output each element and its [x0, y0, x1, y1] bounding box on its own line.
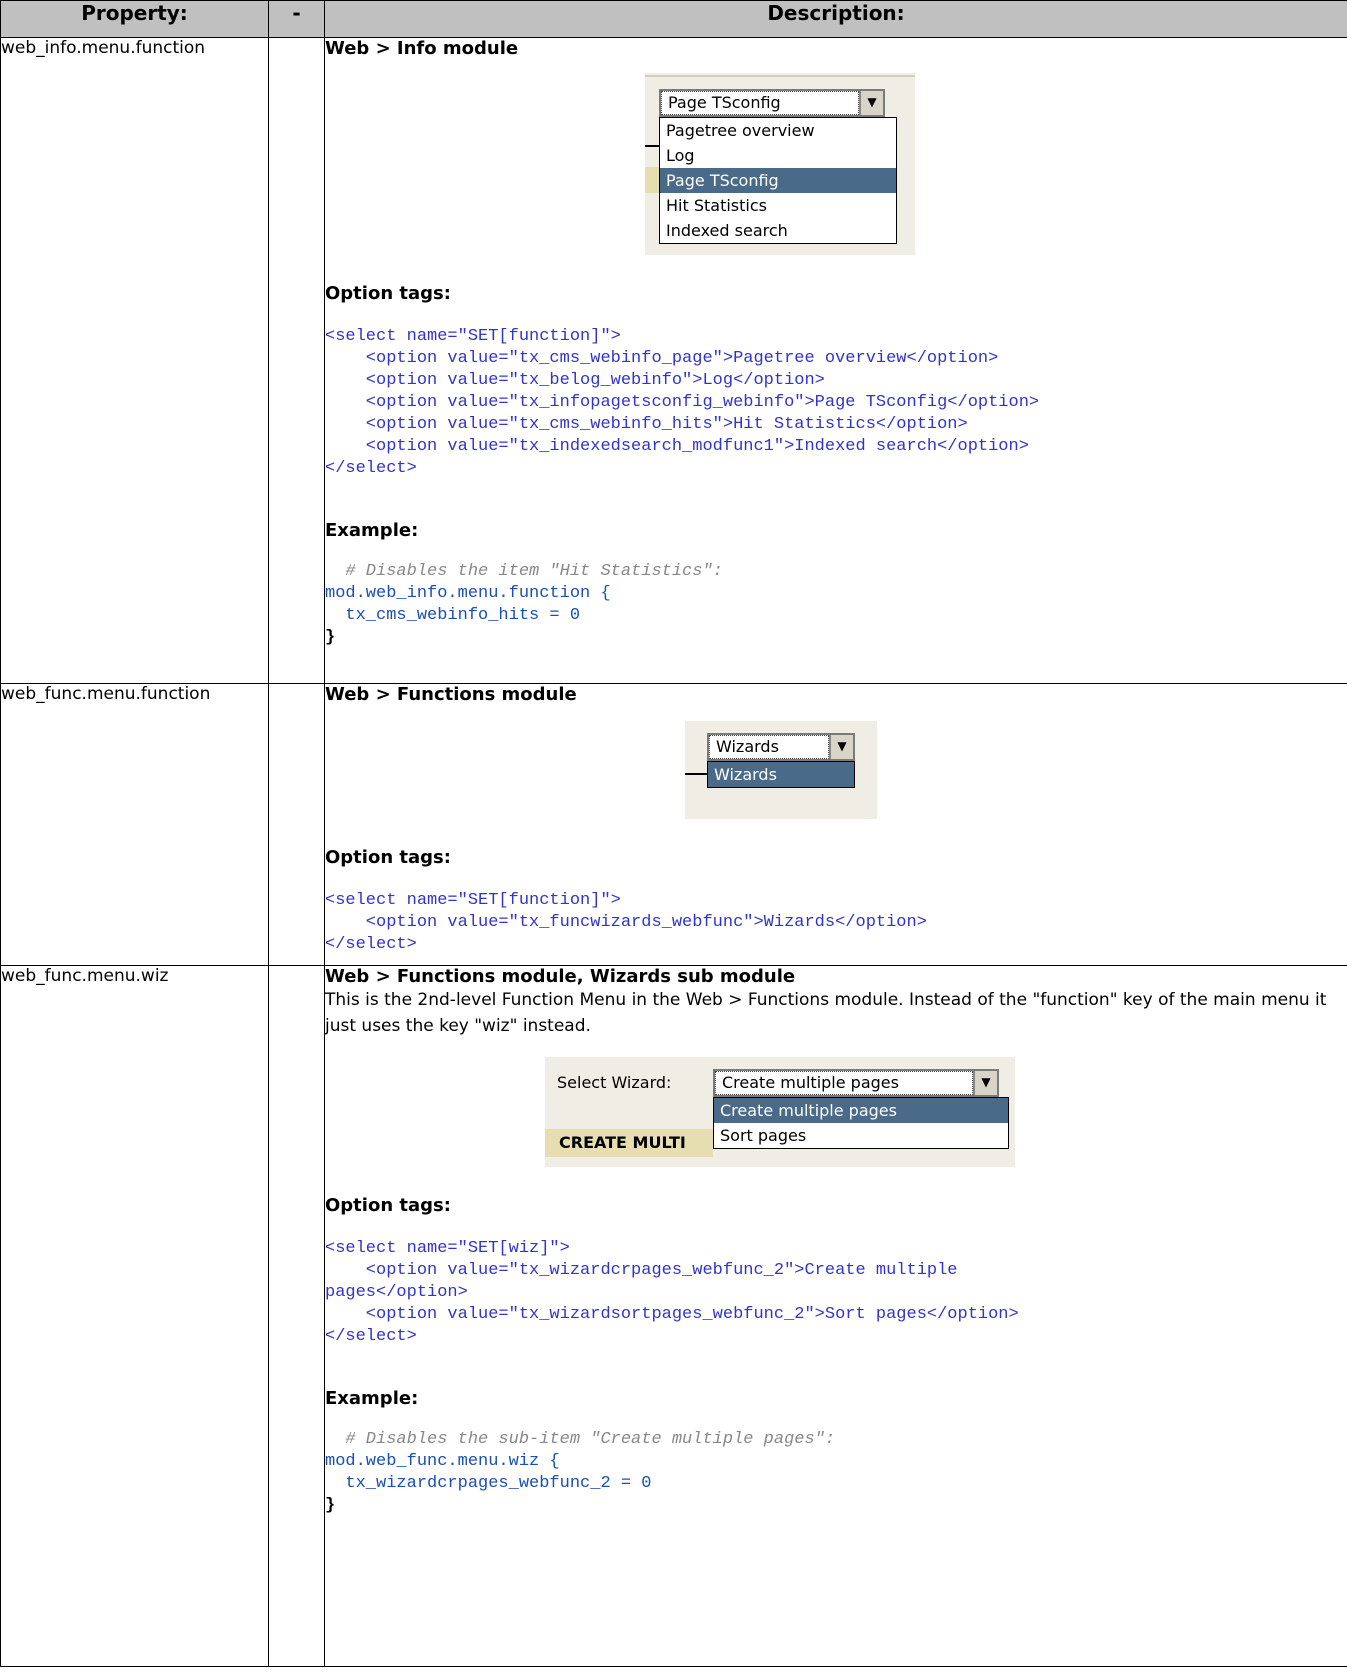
code-line: <option value="tx_cms_webinfo_page">Page…	[325, 349, 999, 368]
option-code: <select name="SET[function]"> <option va…	[325, 326, 1347, 480]
dropdown-option[interactable]: Indexed search	[660, 218, 896, 243]
dropdown-option[interactable]: Log	[660, 143, 896, 168]
select-wizard-label: Select Wizard:	[557, 1073, 672, 1092]
code-line: mod.web_func.menu.wiz {	[325, 1452, 560, 1471]
function-select[interactable]: Page TSconfig ▼	[659, 89, 885, 117]
code-line: </select>	[325, 459, 417, 478]
property-name: web_func.menu.function	[0, 683, 269, 966]
code-line: </select>	[325, 935, 417, 954]
table-row: web_func.menu.function Web > Functions m…	[0, 683, 1347, 966]
dropdown-option[interactable]: Sort pages	[714, 1123, 1008, 1148]
code-line: <option value="tx_indexedsearch_modfunc1…	[325, 437, 1029, 456]
section-title: Web > Functions module, Wizards sub modu…	[325, 966, 796, 987]
dropdown-option-highlighted[interactable]: Wizards	[708, 762, 854, 787]
code-line: pages</option>	[325, 1283, 468, 1302]
option-tags-label: Option tags:	[325, 847, 451, 868]
chevron-down-icon[interactable]: ▼	[859, 91, 883, 115]
code-line: <option value="tx_cms_webinfo_hits">Hit …	[325, 415, 968, 434]
code-comment: # Disables the sub-item "Create multiple…	[325, 1430, 836, 1449]
code-line: </select>	[325, 1327, 417, 1346]
code-line: <select name="SET[function]">	[325, 327, 621, 346]
header-row: Property: - Description:	[0, 0, 1347, 38]
example-code: # Disables the item "Hit Statistics": mo…	[325, 561, 1347, 649]
example-code: # Disables the sub-item "Create multiple…	[325, 1429, 1347, 1517]
code-line: <option value="tx_funcwizards_webfunc">W…	[325, 913, 927, 932]
description-cell: Web > Functions module Wizards ▼ Wizards…	[324, 683, 1347, 966]
example-label: Example:	[325, 1388, 419, 1409]
select-value: Create multiple pages	[715, 1071, 973, 1095]
dropdown-option-highlighted[interactable]: Create multiple pages	[714, 1098, 1008, 1123]
description-cell: Web > Info module Page TSconfig ▼ Pagetr…	[324, 37, 1347, 684]
header-description: Description:	[324, 0, 1347, 38]
description-cell: Web > Functions module, Wizards sub modu…	[324, 965, 1347, 1667]
code-line: <select name="SET[wiz]">	[325, 1239, 570, 1258]
option-tags-label: Option tags:	[325, 283, 451, 304]
section-title: Web > Info module	[325, 38, 519, 59]
function-dropdown: Pagetree overview Log Page TSconfig Hit …	[659, 117, 897, 244]
description-paragraph: This is the 2nd-level Function Menu in t…	[325, 990, 1327, 1036]
code-comment: # Disables the item "Hit Statistics":	[325, 562, 723, 581]
code-line: <option value="tx_wizardcrpages_webfunc_…	[325, 1261, 958, 1280]
header-dash: -	[268, 0, 325, 38]
code-line: }	[325, 1496, 336, 1515]
property-name: web_func.menu.wiz	[0, 965, 269, 1667]
code-line: mod.web_info.menu.function {	[325, 584, 611, 603]
header-property: Property:	[0, 0, 269, 38]
code-line: tx_cms_webinfo_hits = 0	[325, 606, 581, 625]
code-line: }	[325, 628, 336, 647]
table-row: web_info.menu.function Web > Info module…	[0, 37, 1347, 684]
documentation-table: Property: - Description: web_info.menu.f…	[0, 0, 1347, 1667]
dropdown-option[interactable]: Hit Statistics	[660, 193, 896, 218]
example-label: Example:	[325, 520, 419, 541]
info-menu-screenshot: Page TSconfig ▼ Pagetree overview Log Pa…	[645, 73, 915, 255]
dash-cell	[268, 683, 325, 966]
code-line: <select name="SET[function]">	[325, 891, 621, 910]
chevron-down-icon[interactable]: ▼	[829, 735, 853, 759]
code-line: tx_wizardcrpages_webfunc_2 = 0	[325, 1474, 652, 1493]
select-value: Wizards	[709, 735, 829, 759]
property-name: web_info.menu.function	[0, 37, 269, 684]
table-row: web_func.menu.wiz Web > Functions module…	[0, 965, 1347, 1667]
code-line: <option value="tx_infopagetsconfig_webin…	[325, 393, 1040, 412]
option-code: <select name="SET[function]"> <option va…	[325, 890, 1347, 956]
functions-menu-screenshot: Wizards ▼ Wizards	[685, 721, 877, 819]
code-line: <option value="tx_belog_webinfo">Log</op…	[325, 371, 825, 390]
dash-cell	[268, 965, 325, 1667]
wizard-menu-screenshot: Select Wizard: Create multiple pages ▼ C…	[545, 1057, 1015, 1167]
chevron-down-icon[interactable]: ▼	[973, 1071, 997, 1095]
dropdown-option[interactable]: Pagetree overview	[660, 118, 896, 143]
dropdown-option-highlighted[interactable]: Page TSconfig	[660, 168, 896, 193]
select-value: Page TSconfig	[661, 91, 859, 115]
code-line: <option value="tx_wizardsortpages_webfun…	[325, 1305, 1019, 1324]
function-dropdown: Wizards	[707, 761, 855, 788]
section-title: Web > Functions module	[325, 684, 577, 705]
function-select[interactable]: Wizards ▼	[707, 733, 855, 761]
wizard-select[interactable]: Create multiple pages ▼	[713, 1069, 999, 1097]
dash-cell	[268, 37, 325, 684]
behind-heading: CREATE MULTI	[559, 1133, 686, 1152]
option-tags-label: Option tags:	[325, 1195, 451, 1216]
option-code: <select name="SET[wiz]"> <option value="…	[325, 1238, 1347, 1348]
wizard-dropdown: Create multiple pages Sort pages	[713, 1097, 1009, 1149]
